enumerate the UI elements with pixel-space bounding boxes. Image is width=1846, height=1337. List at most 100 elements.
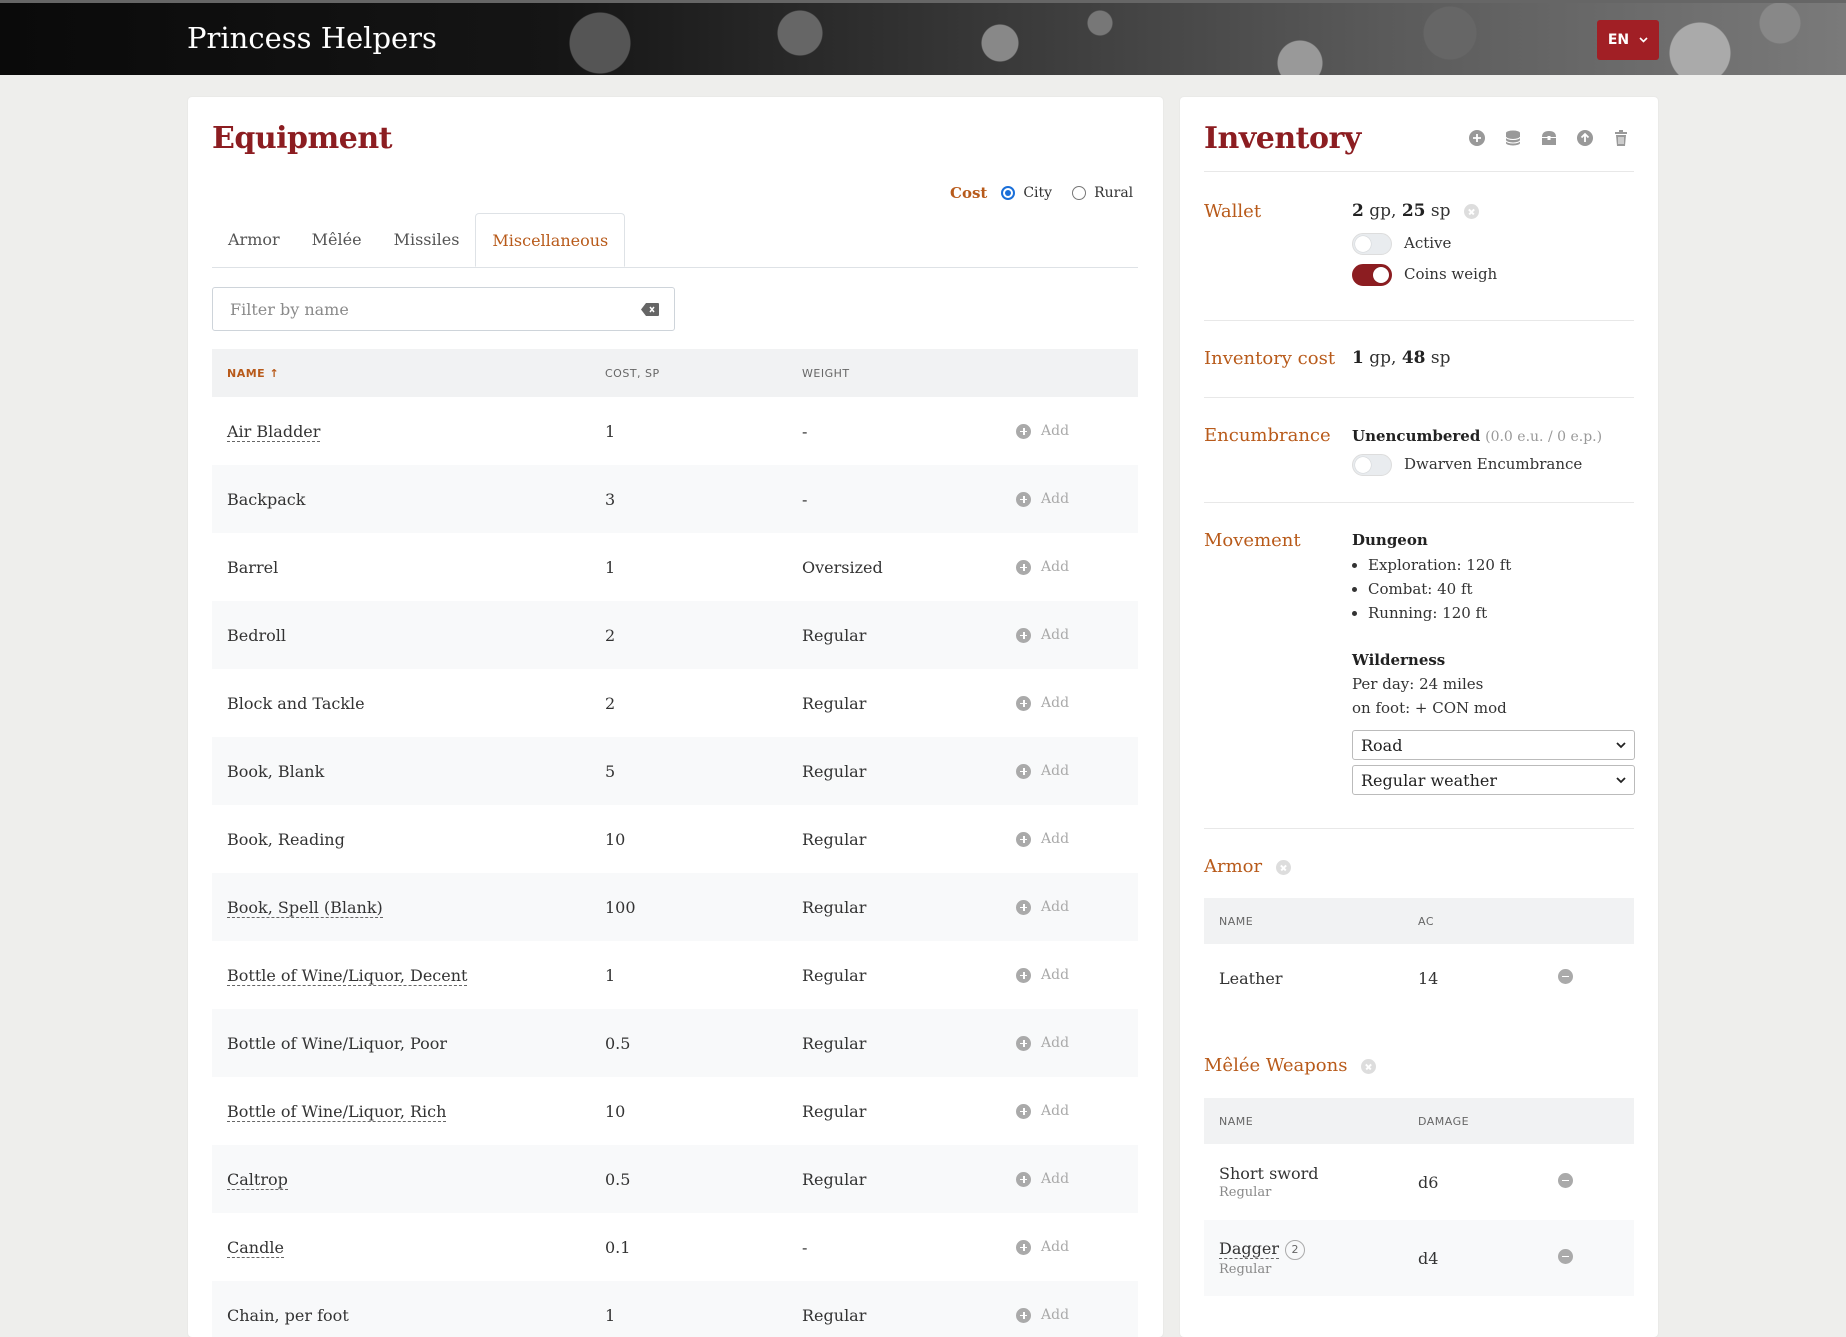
clear-armor-icon[interactable] [1275, 859, 1291, 875]
add-button[interactable]: Add [1016, 1307, 1138, 1323]
chevron-down-icon [1616, 741, 1626, 748]
item-name: Bedroll [227, 625, 286, 645]
plus-circle-icon[interactable] [1468, 129, 1486, 147]
remove-icon[interactable] [1558, 1172, 1573, 1188]
item-name[interactable]: Caltrop [227, 1169, 288, 1190]
item-name-cell: Caltrop [212, 1169, 605, 1190]
plus-icon [1016, 423, 1031, 439]
item-weight: Regular [802, 1101, 867, 1121]
item-weight: Regular [802, 897, 867, 917]
armor-section-label: Armor [1204, 856, 1291, 877]
melee-label: Mêlée Weapons [1204, 1055, 1348, 1076]
city-radio-label[interactable]: City [1023, 185, 1052, 201]
brand-title[interactable]: Princess Helpers [187, 21, 437, 55]
city-radio[interactable] [1001, 186, 1016, 200]
item-name[interactable]: Air Bladder [227, 421, 321, 442]
language-label: EN [1607, 32, 1630, 48]
cost-sp: 48 [1401, 348, 1426, 368]
table-row: Book, Reading 10 Regular Add [212, 805, 1138, 873]
wallet-amount: 2 gp, 25 sp [1352, 201, 1479, 221]
item-name[interactable]: Candle [227, 1237, 284, 1258]
weather-select[interactable]: Regular weather [1352, 765, 1635, 795]
inventory-toolbar [1468, 129, 1630, 147]
coins-weigh-label: Coins weigh [1404, 265, 1498, 283]
rural-radio[interactable] [1072, 186, 1087, 200]
add-label: Add [1041, 967, 1070, 983]
weight-column-header[interactable]: WEIGHT [802, 367, 1016, 380]
wallet-gp: 2 [1352, 201, 1364, 221]
item-cost: 2 [605, 693, 616, 713]
upload-icon[interactable] [1576, 129, 1594, 147]
plus-icon [1016, 491, 1031, 507]
add-button[interactable]: Add [1016, 967, 1138, 983]
encumbrance-detail: (0.0 e.u. / 0 e.p.) [1485, 429, 1603, 445]
plus-icon [1016, 627, 1031, 643]
item-name: Barrel [227, 557, 279, 577]
add-label: Add [1041, 899, 1070, 915]
chevron-down-icon [1616, 776, 1626, 783]
coins-icon[interactable] [1504, 129, 1522, 147]
add-button[interactable]: Add [1016, 1239, 1138, 1255]
inventory-title: Inventory [1204, 121, 1361, 156]
coins-weigh-toggle[interactable] [1352, 264, 1392, 286]
table-row: Dagger 2 Regular d4 [1204, 1220, 1634, 1296]
item-name-cell: Bottle of Wine/Liquor, Decent [212, 965, 605, 986]
item-cost: 0.5 [605, 1033, 631, 1053]
item-name[interactable]: Book, Spell (Blank) [227, 897, 383, 918]
add-button[interactable]: Add [1016, 763, 1138, 779]
remove-icon[interactable] [1558, 1248, 1573, 1264]
add-button[interactable]: Add [1016, 423, 1138, 439]
add-button[interactable]: Add [1016, 831, 1138, 847]
add-button[interactable]: Add [1016, 627, 1138, 643]
item-name[interactable]: Bottle of Wine/Liquor, Rich [227, 1101, 447, 1122]
item-cost: 2 [605, 625, 616, 645]
table-row: Bottle of Wine/Liquor, Rich 10 Regular Add [212, 1077, 1138, 1145]
cost-column-header[interactable]: COST, SP [605, 367, 802, 380]
armor-label: Armor [1204, 856, 1263, 877]
item-name: Chain, per foot [227, 1305, 349, 1325]
divider [1204, 828, 1634, 829]
add-button[interactable]: Add [1016, 1035, 1138, 1051]
table-row: Bedroll 2 Regular Add [212, 601, 1138, 669]
add-button[interactable]: Add [1016, 899, 1138, 915]
list-item: Exploration: 120 ft [1368, 553, 1511, 577]
item-name[interactable]: Bottle of Wine/Liquor, Decent [227, 965, 468, 986]
add-label: Add [1041, 1103, 1070, 1119]
add-button[interactable]: Add [1016, 1103, 1138, 1119]
movement-label: Movement [1204, 530, 1301, 551]
add-button[interactable]: Add [1016, 559, 1138, 575]
add-button[interactable]: Add [1016, 695, 1138, 711]
dwarven-encumbrance-toggle[interactable] [1352, 454, 1392, 476]
tab-missiles[interactable]: Missiles [378, 213, 476, 267]
armor-ac: 14 [1418, 968, 1439, 988]
item-name-cell: Block and Tackle [212, 694, 605, 713]
clear-filter-icon[interactable] [641, 302, 659, 316]
remove-icon[interactable] [1558, 968, 1573, 984]
tab-armor[interactable]: Armor [212, 213, 296, 267]
clear-wallet-icon[interactable] [1463, 204, 1479, 219]
terrain-select[interactable]: Road [1352, 730, 1635, 760]
rural-radio-label[interactable]: Rural [1094, 185, 1133, 201]
equipment-title: Equipment [212, 121, 393, 156]
tab-miscellaneous[interactable]: Miscellaneous [475, 213, 626, 267]
tab-melee[interactable]: Mêlée [296, 213, 378, 267]
trash-icon[interactable] [1612, 129, 1630, 147]
weapon-name[interactable]: Dagger [1219, 1239, 1279, 1260]
item-weight: Regular [802, 625, 867, 645]
add-label: Add [1041, 831, 1070, 847]
language-select[interactable]: EN [1597, 20, 1659, 60]
name-column-header[interactable]: NAME ↑ [212, 367, 605, 380]
item-weight: Regular [802, 1169, 867, 1189]
clear-melee-icon[interactable] [1361, 1058, 1377, 1074]
item-name-cell: Barrel [212, 558, 605, 577]
filter-input[interactable] [228, 298, 641, 320]
item-name: Block and Tackle [227, 693, 365, 713]
item-name: Bottle of Wine/Liquor, Poor [227, 1033, 448, 1053]
wallet-active-toggle[interactable] [1352, 233, 1392, 255]
plus-icon [1016, 559, 1031, 575]
wallet-sp: 25 [1401, 201, 1426, 221]
add-button[interactable]: Add [1016, 491, 1138, 507]
chest-icon[interactable] [1540, 129, 1558, 147]
item-cost: 1 [605, 557, 616, 577]
add-button[interactable]: Add [1016, 1171, 1138, 1187]
